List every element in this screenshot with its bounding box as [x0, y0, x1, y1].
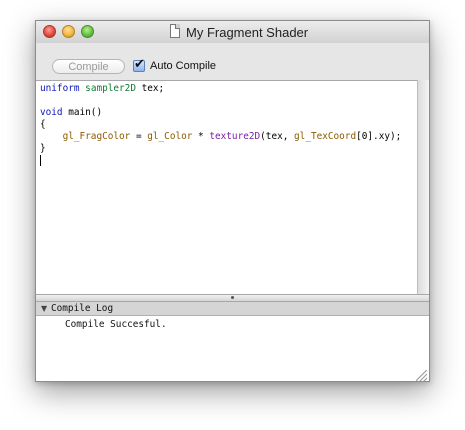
text-cursor	[40, 155, 41, 166]
code-token: }	[40, 143, 46, 154]
keyword-token: uniform	[40, 83, 80, 94]
code-editor[interactable]: uniform sampler2D tex; void main() { gl_…	[36, 80, 417, 294]
auto-compile-label[interactable]: Auto Compile	[150, 60, 216, 72]
compile-button[interactable]: Compile	[52, 59, 125, 74]
toolbar: Compile ✔ Auto Compile	[36, 43, 429, 80]
title-bar[interactable]: My Fragment Shader	[36, 21, 429, 43]
resize-grip-icon[interactable]	[416, 370, 427, 381]
code-line: uniform sampler2D tex;	[40, 83, 417, 95]
compile-log-message: Compile Succesful.	[65, 319, 167, 330]
auto-compile-checkbox[interactable]: ✔	[133, 57, 145, 72]
checkmark-icon: ✔	[134, 57, 145, 72]
code-line	[40, 155, 417, 167]
code-token: *	[192, 131, 210, 142]
code-line: {	[40, 119, 417, 131]
function-token: texture2D	[209, 131, 261, 142]
document-icon	[170, 24, 180, 38]
code-token: main()	[62, 107, 103, 118]
code-token: [0].xy);	[356, 131, 402, 142]
shader-window: My Fragment Shader Compile ✔ Auto Compil…	[35, 20, 430, 382]
type-token: sampler2D	[85, 83, 136, 94]
code-token: {	[40, 119, 46, 130]
compile-log-header[interactable]: ▼ Compile Log	[36, 302, 429, 316]
builtin-token: gl_FragColor	[62, 131, 131, 142]
code-line: void main()	[40, 107, 417, 119]
indent-token	[40, 131, 63, 142]
close-window-button[interactable]	[43, 25, 56, 38]
code-token: tex;	[135, 83, 165, 94]
disclosure-triangle-icon[interactable]: ▼	[41, 304, 47, 313]
builtin-token: gl_TexCoord	[294, 131, 357, 142]
zoom-window-button[interactable]	[81, 25, 94, 38]
compile-log-output: Compile Succesful.	[36, 316, 429, 381]
split-view-divider[interactable]	[36, 294, 429, 302]
compile-log-title: Compile Log	[51, 303, 114, 314]
code-token: (tex,	[260, 131, 295, 142]
window-title: My Fragment Shader	[186, 25, 309, 40]
divider-grip-icon[interactable]	[231, 296, 234, 299]
builtin-token: gl_Color	[147, 131, 193, 142]
keyword-token: void	[40, 107, 63, 118]
minimize-window-button[interactable]	[62, 25, 75, 38]
code-token: =	[130, 131, 148, 142]
code-line: }	[40, 143, 417, 155]
editor-scrollbar[interactable]	[417, 80, 429, 294]
code-line: gl_FragColor = gl_Color * texture2D(tex,…	[40, 131, 417, 143]
